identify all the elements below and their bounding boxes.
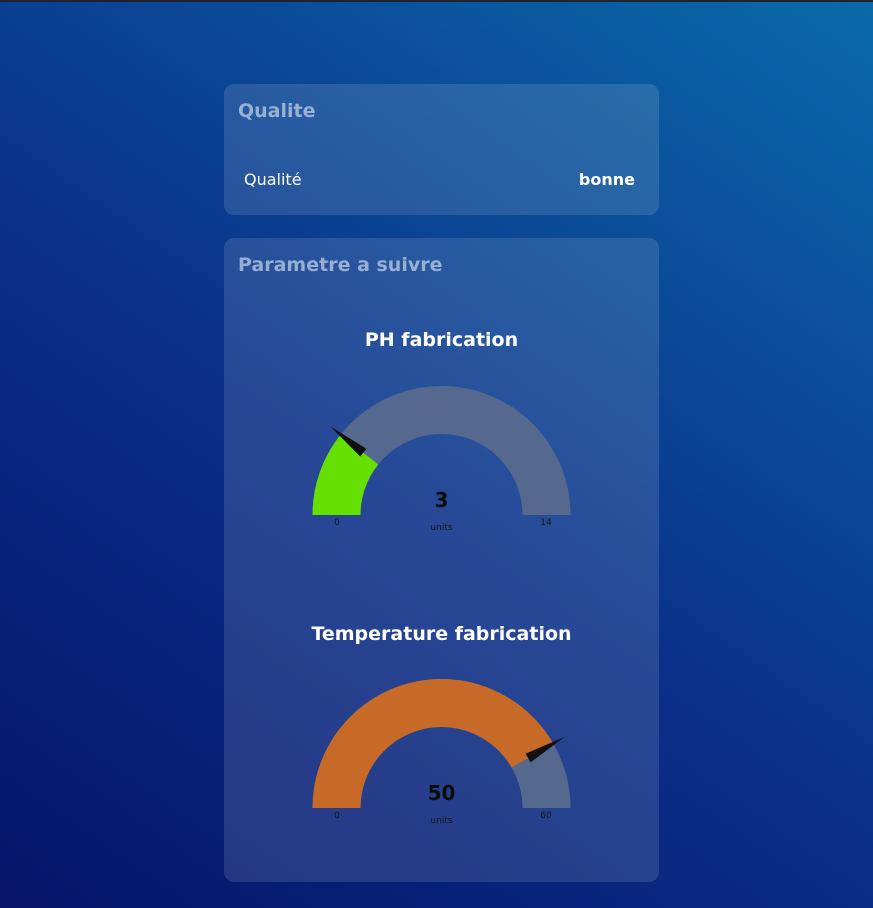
temperature-gauge-value: 50 [428,781,456,805]
temperature-gauge: 50 units 0 60 [312,679,571,826]
window-top-border [0,0,873,2]
parameters-card: Parametre a suivre PH fabrication 3 unit… [224,238,659,882]
temperature-gauge-min-label: 0 [334,811,340,821]
temperature-gauge-title: Temperature fabrication [311,623,572,645]
temperature-gauge-max-label: 60 [540,811,552,821]
quality-card-title: Qualite [238,100,316,122]
quality-label: Qualité [244,170,302,189]
quality-card: Qualite Qualité bonne [224,84,659,215]
temperature-gauge-units: units [430,816,452,826]
ph-gauge: 3 units 0 14 [312,386,571,533]
parameters-card-title: Parametre a suivre [238,254,443,276]
ph-gauge-max-label: 14 [540,518,552,528]
ph-gauge-value: 3 [435,488,449,512]
ph-gauge-min-label: 0 [334,518,340,528]
quality-value: bonne [578,170,635,189]
ph-gauge-title: PH fabrication [364,329,519,351]
ph-gauge-units: units [430,523,452,533]
